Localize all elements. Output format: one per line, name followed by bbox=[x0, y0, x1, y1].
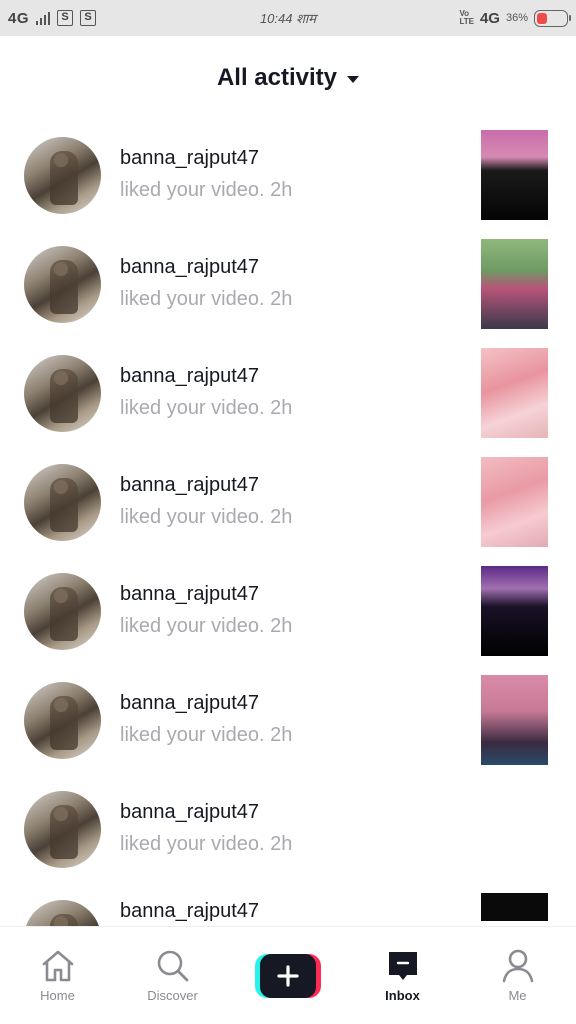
username[interactable]: banna_rajput47 bbox=[120, 146, 292, 170]
avatar[interactable] bbox=[24, 355, 101, 432]
list-item[interactable]: banna_rajput47 liked your video. 2h bbox=[0, 774, 576, 883]
nav-home[interactable]: Home bbox=[0, 948, 115, 1003]
activity-text: liked your video. 2h bbox=[120, 724, 293, 746]
avatar[interactable] bbox=[24, 791, 101, 868]
nav-inbox[interactable]: Inbox bbox=[345, 948, 460, 1003]
profile-icon bbox=[502, 949, 533, 983]
lte-label: LTE bbox=[459, 17, 474, 26]
video-thumbnail[interactable] bbox=[481, 784, 548, 874]
battery-percent: 36% bbox=[505, 12, 528, 24]
video-thumbnail[interactable] bbox=[481, 457, 548, 547]
sim-icon: S bbox=[57, 10, 74, 26]
list-item[interactable]: banna_rajput47 liked your video. 2h bbox=[0, 447, 576, 556]
nav-me[interactable]: Me bbox=[460, 948, 575, 1003]
activity-text: liked your video. 2h bbox=[120, 615, 293, 637]
avatar[interactable] bbox=[24, 682, 101, 759]
nav-discover-label: Discover bbox=[147, 988, 198, 1003]
avatar[interactable] bbox=[24, 464, 101, 541]
nav-me-label: Me bbox=[508, 988, 527, 1003]
video-thumbnail[interactable] bbox=[481, 893, 548, 921]
home-icon bbox=[42, 950, 73, 982]
video-thumbnail[interactable] bbox=[481, 239, 548, 329]
inbox-icon bbox=[388, 952, 417, 980]
list-item[interactable]: banna_rajput47 liked your video. 2h bbox=[0, 665, 576, 774]
page-title: All activity bbox=[216, 64, 338, 91]
username[interactable]: banna_rajput47 bbox=[120, 473, 292, 497]
nav-home-label: Home bbox=[40, 988, 75, 1003]
signal-icon bbox=[36, 11, 51, 25]
caret-down-icon bbox=[347, 76, 360, 83]
video-thumbnail[interactable] bbox=[481, 130, 548, 220]
activity-text: liked your video. 2h bbox=[120, 506, 293, 528]
avatar[interactable] bbox=[24, 900, 101, 926]
status-bar: 4G S S 10:44 शाम Vo LTE 4G 36% bbox=[0, 0, 576, 36]
battery-level bbox=[537, 12, 548, 24]
username[interactable]: banna_rajput47 bbox=[120, 582, 292, 606]
activity-text: liked your video. 2h bbox=[120, 288, 293, 310]
activity-list[interactable]: banna_rajput47 liked your video. 2h bann… bbox=[0, 120, 576, 926]
create-video-button[interactable] bbox=[230, 953, 345, 998]
username[interactable]: banna_rajput47 bbox=[120, 691, 292, 715]
search-icon bbox=[157, 950, 188, 982]
nav-inbox-label: Inbox bbox=[385, 988, 420, 1003]
avatar[interactable] bbox=[24, 137, 101, 214]
username[interactable]: banna_rajput47 bbox=[120, 800, 292, 824]
list-item[interactable]: banna_rajput47 bbox=[0, 883, 576, 926]
network-type: 4G bbox=[8, 9, 30, 27]
volte-icon: Vo LTE bbox=[459, 10, 474, 26]
video-thumbnail[interactable] bbox=[481, 566, 548, 656]
list-item[interactable]: banna_rajput47 liked your video. 2h bbox=[0, 338, 576, 447]
sim-icon: S bbox=[80, 10, 97, 26]
video-thumbnail[interactable] bbox=[481, 348, 548, 438]
nav-discover[interactable]: Discover bbox=[115, 948, 230, 1003]
create-button[interactable] bbox=[254, 953, 321, 998]
activity-text: liked your video. 2h bbox=[120, 833, 293, 855]
video-thumbnail[interactable] bbox=[481, 675, 548, 765]
activity-text: liked your video. 2h bbox=[120, 397, 293, 419]
list-item[interactable]: banna_rajput47 liked your video. 2h bbox=[0, 556, 576, 665]
battery-icon bbox=[534, 9, 571, 27]
list-item[interactable]: banna_rajput47 liked your video. 2h bbox=[0, 120, 576, 229]
username[interactable]: banna_rajput47 bbox=[120, 899, 259, 923]
plus-icon bbox=[276, 964, 299, 987]
username[interactable]: banna_rajput47 bbox=[120, 364, 292, 388]
bottom-nav: Home Discover Inbox Me bbox=[0, 926, 576, 1024]
activity-filter-dropdown[interactable]: All activity bbox=[0, 36, 576, 120]
list-item[interactable]: banna_rajput47 liked your video. 2h bbox=[0, 229, 576, 338]
activity-text: liked your video. 2h bbox=[120, 179, 293, 201]
username[interactable]: banna_rajput47 bbox=[120, 255, 292, 279]
network-type-right: 4G bbox=[479, 9, 500, 27]
avatar[interactable] bbox=[24, 573, 101, 650]
avatar[interactable] bbox=[24, 246, 101, 323]
